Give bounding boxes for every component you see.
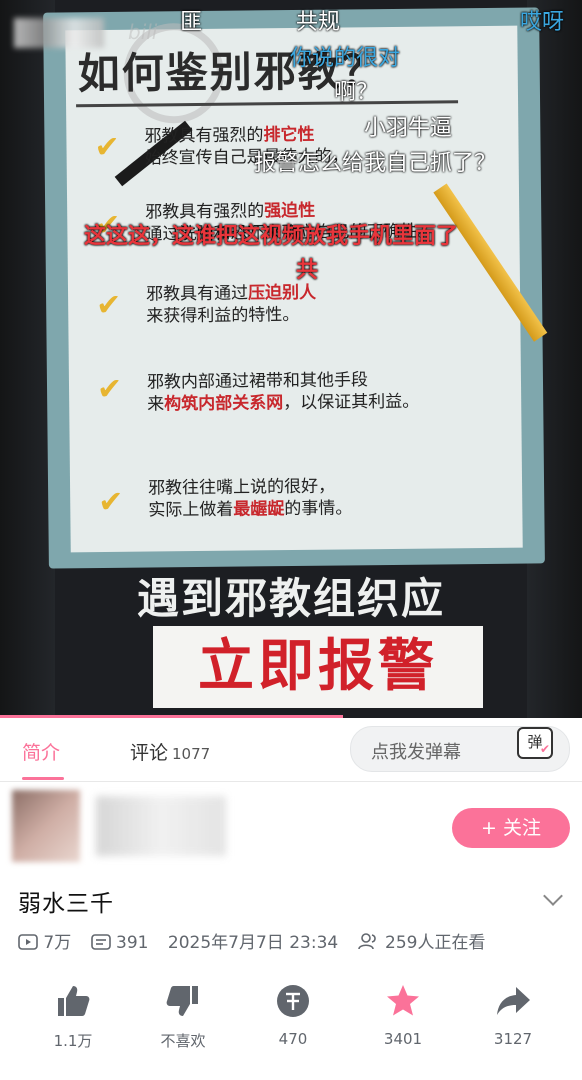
share-arrow-icon [458,980,568,1022]
thumbs-down-icon [128,980,238,1022]
follow-button[interactable]: + 关注 [452,808,570,848]
share-count: 3127 [493,1030,533,1048]
play-count-icon [18,934,38,955]
check-icon: ✔ [98,484,124,521]
danmaku-count-icon [90,934,111,955]
danmaku-comment: 啊？ [334,80,379,105]
check-icon: ✔ [95,287,122,324]
danmaku-comment: 你说的很对 [290,46,401,71]
favorite-count: 3401 [383,1030,423,1048]
poster-item-5: 邪教往往嘴上说的很好， 实际上做着最龌龊的事情。 [147,476,353,521]
active-tab-indicator [22,777,64,780]
share-button[interactable]: 3127 [458,980,568,1048]
check-icon: ✔ [96,371,123,408]
view-count: 7万 [43,933,72,953]
danmaku-comment: 哎呀 [520,10,565,35]
tab-comments-label: 评论 [130,742,169,764]
video-caption-line2: 立即报警 [198,634,438,699]
chevron-down-icon[interactable] [543,886,563,906]
coin-icon [238,980,348,1022]
danmaku-comment: 小羽牛逼 [364,116,453,141]
video-caption-line1: 遇到邪教组织应 [136,574,445,623]
star-icon [348,980,458,1022]
dislike-label: 不喜欢 [160,1032,206,1050]
poster-paper: 如何鉴别邪教？ ✔ 邪教具有强烈的排它性 始终宣传自己是最伟大的， ✔ 邪教具有… [65,22,523,553]
action-bar: 1.1万 不喜欢 470 3401 3127 [0,980,582,1060]
bottom-edge [0,1074,582,1080]
like-button[interactable]: 1.1万 [18,980,128,1051]
video-stats: 7万 391 2025年7月7日 23:34 259人正在看 [18,928,485,955]
tab-bar: 简介 评论 1077 点我发弹幕 弹 ✔ [0,718,582,782]
watching-icon [357,932,380,955]
danmaku-on-icon: ✔ [540,742,551,756]
dislike-button[interactable]: 不喜欢 [128,980,238,1051]
danmaku-comment: 匪 [180,10,203,35]
poster-board: 如何鉴别邪教？ ✔ 邪教具有强烈的排它性 始终宣传自己是最伟大的， ✔ 邪教具有… [43,7,545,569]
bili-watermark: bili [128,20,158,44]
blurred-watermark [14,18,104,48]
avatar[interactable] [12,790,80,862]
danmaku-comment: 共 [296,258,319,283]
tab-comments[interactable]: 评论 1077 [130,738,210,765]
comments-count: 1077 [172,745,211,763]
danmaku-count: 391 [116,933,149,953]
coin-count: 470 [278,1030,308,1048]
watching-count: 259人正在看 [385,933,486,953]
like-count: 1.1万 [53,1032,93,1050]
thumbs-up-icon [18,980,128,1022]
danmaku-comment: 这这这，这谁把这视频放我手机里面了 [84,224,459,249]
video-player[interactable]: 如何鉴别邪教？ ✔ 邪教具有强烈的排它性 始终宣传自己是最伟大的， ✔ 邪教具有… [0,0,582,718]
favorite-button[interactable]: 3401 [348,980,458,1048]
uploader-name-blurred[interactable] [96,796,226,856]
poster-item-3: 邪教具有通过压迫别人 来获得利益的特性。 [145,282,317,327]
poster-item-4: 邪教内部通过裙带和其他手段 来构筑内部关系网，以保证其利益。 [146,370,420,415]
danmaku-input-placeholder: 点我发弹幕 [371,742,461,763]
danmaku-comment: 共规 [296,10,341,35]
publish-time: 2025年7月7日 23:34 [167,933,339,953]
video-title: 弱水三千 [18,891,114,917]
tab-intro[interactable]: 简介 [22,738,60,765]
coin-button[interactable]: 470 [238,980,348,1048]
check-icon: ✔ [94,129,120,166]
danmaku-comment: 报警怎么给我自己抓了？ [254,151,497,176]
